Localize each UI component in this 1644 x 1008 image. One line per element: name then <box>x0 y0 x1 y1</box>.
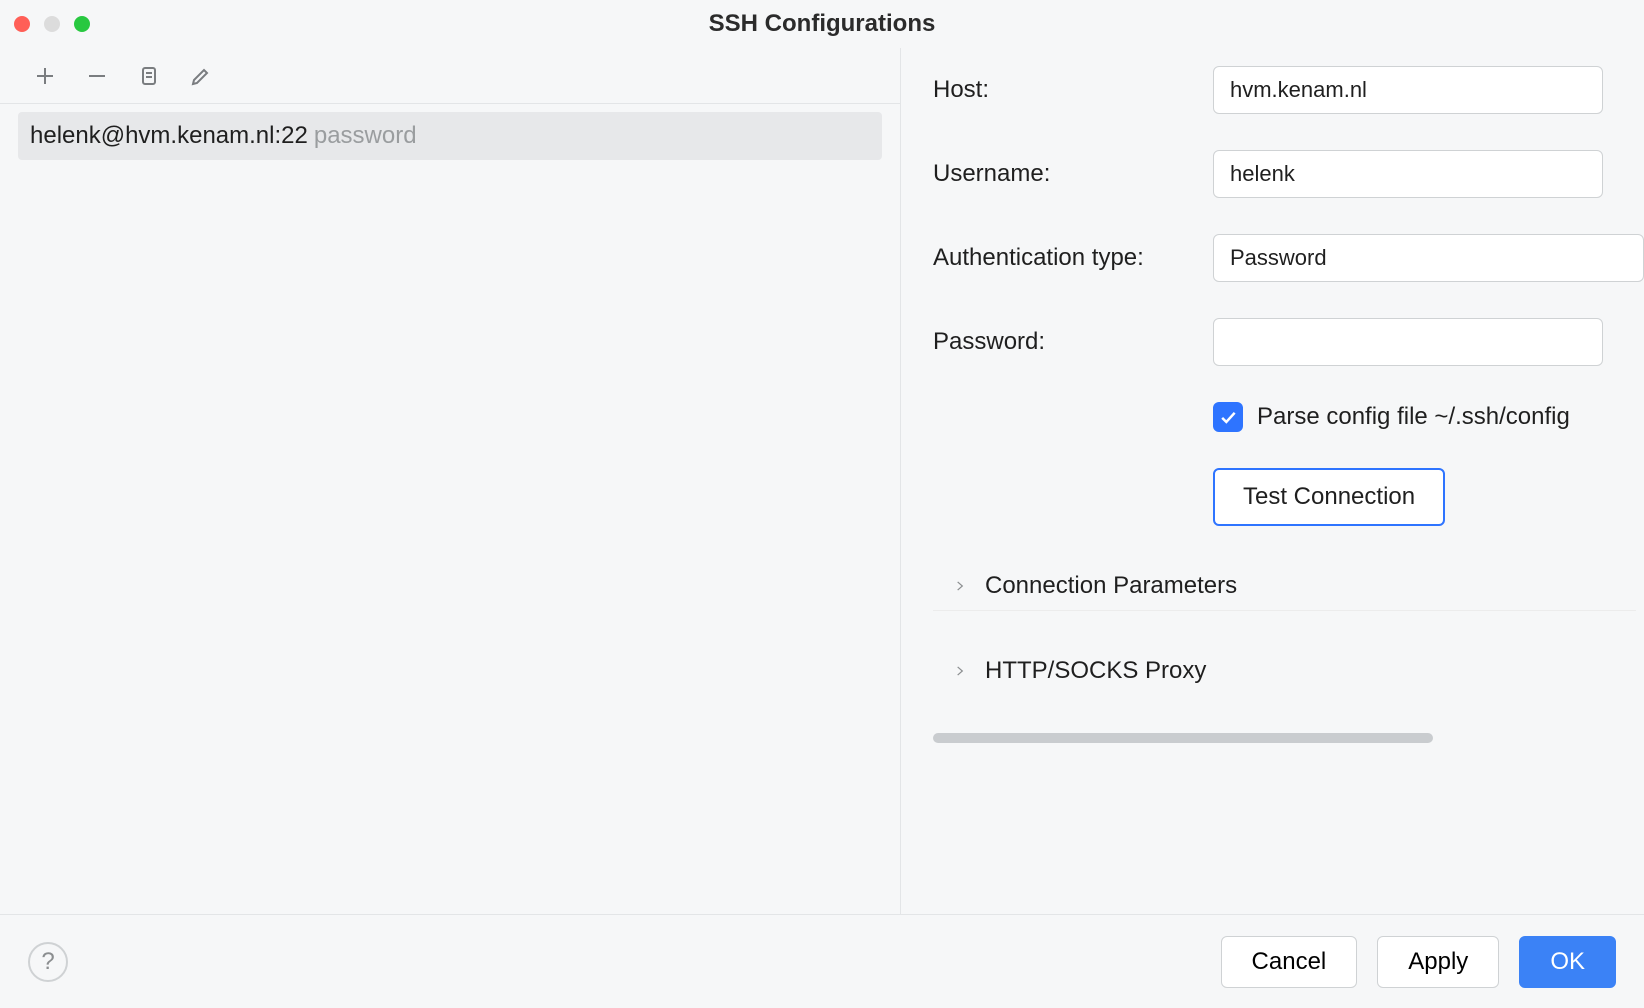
config-list: helenk@hvm.kenam.nl:22 password <box>0 104 900 160</box>
minimize-window-button[interactable] <box>44 16 60 32</box>
proxy-expander[interactable]: HTTP/SOCKS Proxy <box>933 647 1636 695</box>
host-input[interactable] <box>1213 66 1603 114</box>
config-detail-panel: Host: Username: Authentication type: <box>900 48 1644 914</box>
dialog-body: helenk@hvm.kenam.nl:22 password Host: Us… <box>0 48 1644 914</box>
host-row: Host: <box>933 66 1644 114</box>
chevron-right-icon <box>951 662 969 680</box>
window-controls <box>0 16 90 32</box>
password-row: Password: <box>933 318 1644 366</box>
username-row: Username: <box>933 150 1644 198</box>
username-input[interactable] <box>1213 150 1603 198</box>
zoom-window-button[interactable] <box>74 16 90 32</box>
config-form: Host: Username: Authentication type: <box>933 66 1644 753</box>
help-button[interactable]: ? <box>28 942 68 982</box>
add-icon[interactable] <box>32 63 58 89</box>
config-list-item[interactable]: helenk@hvm.kenam.nl:22 password <box>18 112 882 160</box>
copy-icon[interactable] <box>136 63 162 89</box>
list-toolbar <box>0 48 900 104</box>
apply-button[interactable]: Apply <box>1377 936 1499 988</box>
dialog-title: SSH Configurations <box>0 10 1644 38</box>
parse-config-checkbox[interactable] <box>1213 402 1243 432</box>
connection-parameters-label: Connection Parameters <box>985 572 1237 600</box>
edit-icon[interactable] <box>188 63 214 89</box>
config-list-panel: helenk@hvm.kenam.nl:22 password <box>0 48 900 914</box>
proxy-label: HTTP/SOCKS Proxy <box>985 657 1206 685</box>
test-connection-row: Test Connection <box>1213 468 1644 526</box>
remove-icon[interactable] <box>84 63 110 89</box>
titlebar: SSH Configurations <box>0 0 1644 48</box>
ssh-configurations-dialog: SSH Configurations helenk@hvm.k <box>0 0 1644 1008</box>
horizontal-scrollbar[interactable] <box>933 731 1644 745</box>
host-label: Host: <box>933 76 1213 104</box>
config-list-item-primary: helenk@hvm.kenam.nl:22 <box>30 122 308 150</box>
scrollbar-thumb[interactable] <box>933 733 1433 743</box>
ok-button[interactable]: OK <box>1519 936 1616 988</box>
config-list-item-secondary: password <box>314 122 417 150</box>
password-input[interactable] <box>1213 318 1603 366</box>
password-label: Password: <box>933 328 1213 356</box>
cancel-button[interactable]: Cancel <box>1221 936 1358 988</box>
dialog-footer: ? Cancel Apply OK <box>0 914 1644 1008</box>
connection-parameters-expander[interactable]: Connection Parameters <box>933 562 1636 611</box>
authtype-select[interactable] <box>1213 234 1644 282</box>
parse-config-row: Parse config file ~/.ssh/config <box>1213 402 1644 432</box>
chevron-right-icon <box>951 577 969 595</box>
username-label: Username: <box>933 160 1213 188</box>
authtype-row: Authentication type: <box>933 234 1644 282</box>
test-connection-button[interactable]: Test Connection <box>1213 468 1445 526</box>
parse-config-label: Parse config file ~/.ssh/config <box>1257 403 1570 431</box>
authtype-label: Authentication type: <box>933 244 1213 272</box>
close-window-button[interactable] <box>14 16 30 32</box>
